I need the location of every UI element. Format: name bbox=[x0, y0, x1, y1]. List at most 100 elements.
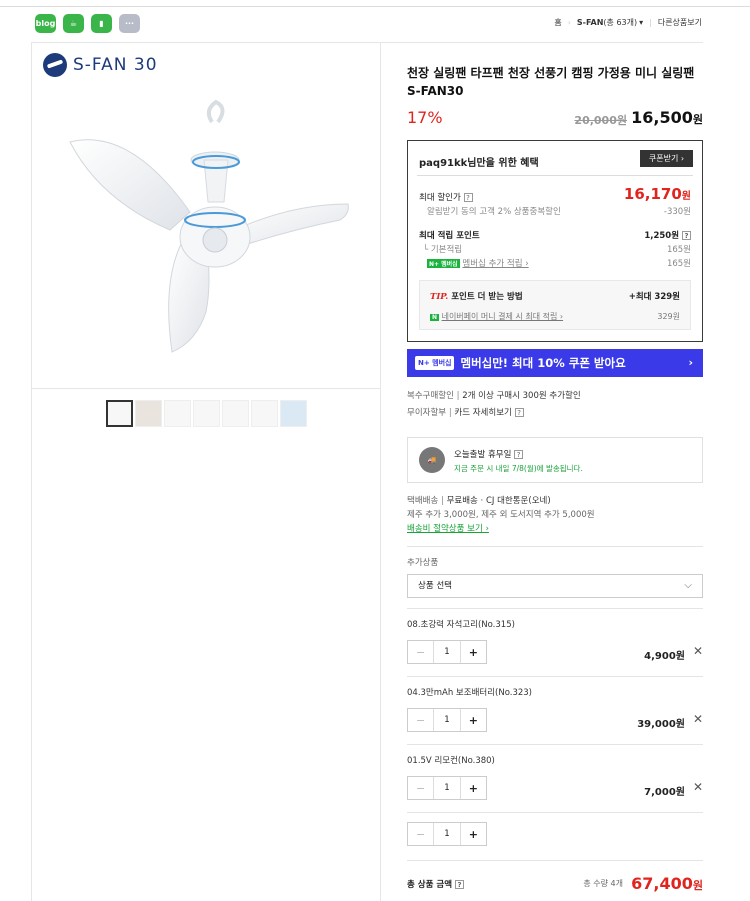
minus-button[interactable]: − bbox=[408, 823, 435, 845]
cafe-share-label: ☕ bbox=[69, 19, 78, 28]
delivery-title-row: 오늘출발 휴무일 ? bbox=[454, 448, 524, 460]
minus-button[interactable]: − bbox=[408, 777, 435, 799]
additional-product-select[interactable]: 상품 선택 ⌵ bbox=[407, 574, 703, 598]
quantity-stepper: − 1 + bbox=[407, 822, 487, 846]
product-title: 천장 실링팬 타프팬 천장 선풍기 캠핑 가정용 미니 실링팬 S-FAN30 bbox=[407, 66, 695, 98]
minus-button[interactable]: − bbox=[408, 641, 435, 663]
section-divider bbox=[407, 860, 703, 861]
fan-hook bbox=[206, 99, 225, 124]
multi-discount-value: 2개 이상 구매시 300원 추가할인 bbox=[462, 391, 581, 401]
nplus-membership-icon: N+ 멤버십 bbox=[427, 259, 460, 268]
thumbnail-7[interactable] bbox=[280, 400, 307, 427]
max-discount-label: 최대 할인가 bbox=[419, 193, 461, 203]
section-divider bbox=[407, 676, 703, 677]
bookmark-label: ▮ bbox=[99, 19, 104, 28]
delivery-extra-fee: 제주 추가 3,000원, 제주 외 도서지역 추가 5,000원 bbox=[407, 510, 595, 520]
separator: | bbox=[448, 408, 452, 418]
tip-line-link[interactable]: 네이버페이 머니 결제 시 최대 적립 › bbox=[442, 312, 564, 321]
coupon-button[interactable]: 쿠폰받기 › bbox=[640, 150, 693, 167]
max-discount-row: 최대 할인가 ? 16,170원 bbox=[419, 185, 691, 203]
section-divider bbox=[407, 608, 703, 609]
thumbnail-6[interactable] bbox=[251, 400, 278, 427]
help-icon[interactable]: ? bbox=[514, 408, 524, 417]
option-price: 7,000원 bbox=[644, 787, 685, 798]
quantity-value[interactable]: 1 bbox=[434, 777, 459, 799]
total-price-unit: 원 bbox=[692, 879, 703, 892]
multi-discount-label: 복수구매할인 bbox=[407, 391, 454, 401]
quantity-value[interactable]: 1 bbox=[434, 641, 459, 663]
delivery-box: 🚚 오늘출발 휴무일 ? 지금 주문 시 내일 7/8(월)에 발송됩니다. bbox=[407, 437, 703, 483]
thumbnail-2[interactable] bbox=[135, 400, 162, 427]
total-count: 총 수량 4개 bbox=[583, 879, 623, 888]
quantity-value[interactable]: 1 bbox=[434, 709, 459, 731]
additional-label: 추가상품 bbox=[407, 558, 439, 568]
help-icon[interactable]: ? bbox=[455, 880, 464, 889]
share-bar: blog ☕ ▮ ··· bbox=[35, 14, 140, 33]
tip-line-value: 329원 bbox=[657, 312, 680, 321]
basic-points-label: └ 기본적립 bbox=[423, 245, 463, 255]
minus-button[interactable]: − bbox=[408, 709, 435, 731]
truck-icon: 🚚 bbox=[419, 447, 445, 473]
fan-grille bbox=[202, 227, 228, 253]
additional-select-value: 상품 선택 bbox=[418, 581, 452, 591]
installment-value[interactable]: 카드 자세히보기 bbox=[454, 408, 511, 418]
option-price: 39,000원 bbox=[637, 719, 685, 730]
blog-share-icon[interactable]: blog bbox=[35, 14, 56, 33]
sale-price-value: 16,500 bbox=[631, 108, 693, 127]
sale-price-unit: 원 bbox=[692, 113, 703, 126]
thumbnail-1[interactable] bbox=[106, 400, 133, 427]
close-icon[interactable]: ✕ bbox=[693, 644, 703, 658]
discount-note: 알림받기 동의 고객 2% 상품중복할인 bbox=[427, 207, 561, 217]
benefit-divider bbox=[417, 175, 693, 176]
help-icon[interactable]: ? bbox=[514, 450, 524, 459]
separator: | bbox=[456, 391, 460, 401]
max-discount-value: 16,170원 bbox=[624, 185, 691, 203]
discount-rate: 17% bbox=[407, 108, 443, 127]
close-icon[interactable]: ✕ bbox=[693, 712, 703, 726]
chevron-right-icon: › bbox=[688, 356, 693, 369]
member-points-row: N+ 멤버십 멤버십 추가 적립 › 165원 bbox=[419, 257, 691, 269]
max-discount-number: 16,170 bbox=[623, 185, 682, 203]
original-price: 20,000원 bbox=[574, 114, 627, 127]
help-icon[interactable]: ? bbox=[682, 231, 691, 240]
breadcrumb-separator: | bbox=[649, 18, 652, 27]
ceiling-fan-image bbox=[69, 99, 349, 353]
membership-text: 멤버십만! 최대 10% 쿠폰 받아요 bbox=[460, 356, 626, 370]
other-products-link[interactable]: 다른상품보기 bbox=[658, 17, 702, 28]
discount-note-value: -330원 bbox=[663, 207, 691, 217]
total-label-row: 총 상품 금액 ? bbox=[407, 878, 464, 890]
quantity-value[interactable]: 1 bbox=[434, 823, 459, 845]
tip-brand: TIP. bbox=[430, 292, 449, 302]
close-icon[interactable]: ✕ bbox=[693, 780, 703, 794]
breadcrumb-store[interactable]: S-FAN bbox=[577, 18, 604, 27]
breadcrumb-home[interactable]: 홈 bbox=[554, 17, 561, 28]
plus-button[interactable]: + bbox=[459, 777, 486, 799]
option-name: 08.초강력 자석고리(No.315) bbox=[407, 620, 515, 630]
thumbnail-4[interactable] bbox=[193, 400, 220, 427]
member-points-link[interactable]: 멤버십 추가 적립 › bbox=[462, 259, 528, 269]
npay-icon: N bbox=[430, 314, 440, 321]
cafe-share-icon[interactable]: ☕ bbox=[63, 14, 84, 33]
main-product-image[interactable]: S-FAN 30 bbox=[32, 42, 381, 389]
save-shipping-link[interactable]: 배송비 절약상품 보기 › bbox=[407, 522, 489, 534]
separator: | bbox=[440, 496, 444, 506]
plus-button[interactable]: + bbox=[459, 823, 486, 845]
option-price: 4,900원 bbox=[644, 651, 685, 662]
breadcrumb-separator: › bbox=[567, 18, 571, 27]
section-divider bbox=[407, 812, 703, 813]
thumbnail-3[interactable] bbox=[164, 400, 191, 427]
plus-button[interactable]: + bbox=[459, 709, 486, 731]
thumbnail-5[interactable] bbox=[222, 400, 249, 427]
discount-note-row: 알림받기 동의 고객 2% 상품중복할인 -330원 bbox=[419, 205, 691, 217]
chevron-down-icon: ⌵ bbox=[684, 580, 692, 591]
more-icon[interactable]: ··· bbox=[119, 14, 140, 33]
top-divider bbox=[0, 6, 750, 7]
plus-button[interactable]: + bbox=[459, 641, 486, 663]
total-price: 67,400원 bbox=[631, 874, 703, 893]
bookmark-icon[interactable]: ▮ bbox=[91, 14, 112, 33]
benefit-header: paq91kk님만을 위한 혜택 bbox=[419, 158, 539, 169]
price-line: 17% 20,000원 16,500원 bbox=[407, 108, 703, 130]
membership-banner[interactable]: N+ 멤버십 멤버십만! 최대 10% 쿠폰 받아요 › bbox=[407, 349, 703, 377]
help-icon[interactable]: ? bbox=[463, 193, 473, 202]
membership-badge: N+ 멤버십 bbox=[415, 356, 455, 370]
